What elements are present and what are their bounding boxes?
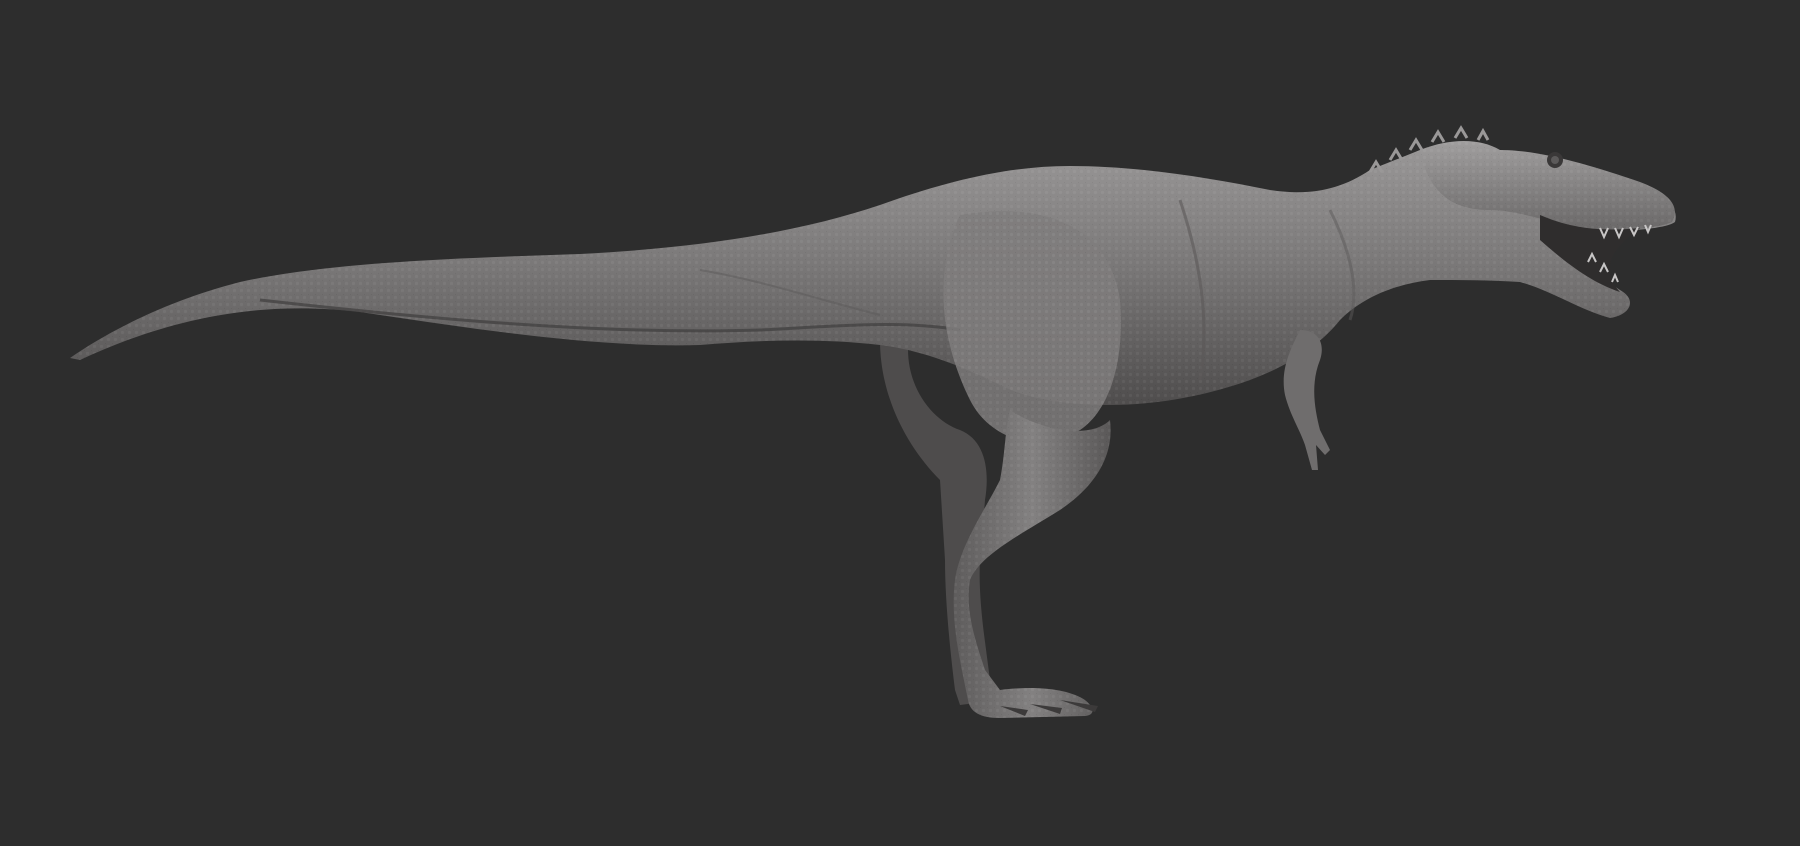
arm xyxy=(1283,330,1330,470)
dinosaur-sculpt xyxy=(70,125,1676,718)
render-viewport xyxy=(0,0,1800,846)
